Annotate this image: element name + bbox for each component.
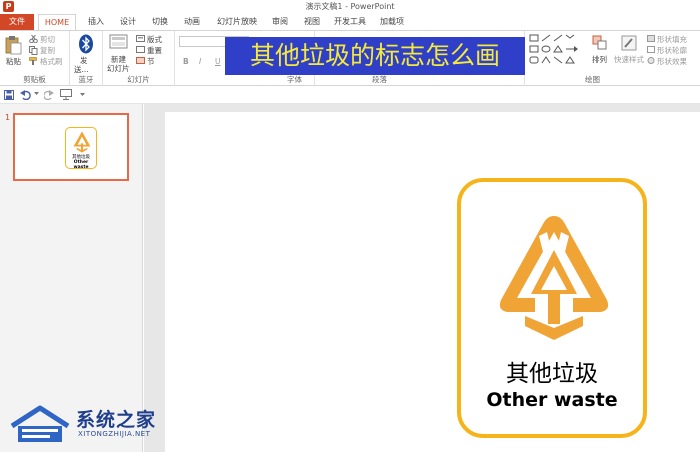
underline-button[interactable]: U [215,57,221,66]
cut-button[interactable]: 剪切 [40,34,55,45]
layout-button[interactable]: 版式 [147,34,162,45]
sign-label-cn: 其他垃圾 [506,361,598,387]
arrange-icon[interactable] [592,35,608,51]
slide-thumbnail[interactable]: 其他垃圾 Other waste [13,113,129,181]
tab-view[interactable]: 视图 [298,14,326,30]
copy-icon [29,46,38,55]
bluetooth-icon[interactable] [78,34,94,54]
slide-number: 1 [5,113,11,122]
undo-dropdown-icon[interactable] [34,92,39,96]
layout-icon [136,35,145,42]
thumbnail-sign: 其他垃圾 Other waste [65,127,97,170]
slides-pane: 1 其他垃圾 Other waste [0,104,143,452]
clipboard-group: 粘贴 剪切 复制 格式刷 剪贴板 [0,31,70,86]
watermark-text-en: XITONGZHIJIA.NET [78,430,151,438]
watermark-text-cn: 系统之家 [76,409,157,431]
clipboard-group-label: 剪贴板 [23,75,46,84]
drawing-group: 排列 快速样式 形状填充 形状轮廓 形状效果 绘图 [525,31,700,86]
bluetooth-group: 发 送... 蓝牙 [70,31,103,86]
new-slide-button-line2: 幻灯片 [107,64,130,73]
tab-home[interactable]: HOME [38,14,76,31]
window-title: 演示文稿1 - PowerPoint [305,2,395,11]
tab-developer[interactable]: 开发工具 [330,14,370,30]
tab-animations[interactable]: 动画 [178,14,206,30]
copy-button[interactable]: 复制 [40,45,55,56]
format-painter-button[interactable]: 格式刷 [40,56,63,67]
paste-icon[interactable] [4,35,22,55]
house-logo-icon [10,405,70,442]
title-bar: P 演示文稿1 - PowerPoint [0,0,700,14]
shape-outline-icon [647,46,655,53]
customize-toolbar-icon[interactable] [80,93,85,97]
undo-icon[interactable] [20,90,32,100]
quick-styles-icon[interactable] [621,35,637,51]
start-slideshow-icon[interactable] [60,89,72,100]
save-icon[interactable] [4,90,14,100]
drawing-group-label: 绘图 [585,75,600,84]
new-slide-icon[interactable] [109,34,129,52]
quick-styles-button[interactable]: 快速样式 [614,54,644,65]
paragraph-group-label: 段落 [372,75,387,84]
bold-button[interactable]: B [183,57,189,66]
section-button[interactable]: 节 [147,56,155,67]
shape-fill-button[interactable]: 形状填充 [657,34,687,45]
italic-button[interactable]: I [199,57,201,66]
shape-effects-button[interactable]: 形状效果 [657,56,687,67]
reset-icon [136,46,145,53]
format-painter-icon [29,57,37,65]
watermark: 系统之家 XITONGZHIJIA.NET [8,402,168,446]
other-waste-sign[interactable]: 其他垃圾 Other waste [457,178,647,438]
slides-group-label: 幻灯片 [127,75,150,84]
tab-design[interactable]: 设计 [114,14,142,30]
other-waste-symbol-icon [499,216,609,340]
shapes-gallery-icon[interactable] [529,34,587,68]
arrange-button[interactable]: 排列 [592,54,607,65]
scissors-icon [29,35,38,43]
section-icon [136,57,145,64]
tab-add-ins[interactable]: 加载项 [374,14,410,30]
thumbnail-sign-en: Other waste [73,160,89,170]
quick-access-toolbar [0,86,700,104]
shape-fill-icon [647,35,655,42]
tab-transitions[interactable]: 切换 [146,14,174,30]
shape-effects-icon [647,57,655,64]
reset-button[interactable]: 重置 [147,45,162,56]
title-banner: 其他垃圾的标志怎么画 [225,37,525,75]
ribbon-tabs: 文件 HOME 插入 设计 切换 动画 幻灯片放映 审阅 视图 开发工具 加载项 [0,14,700,31]
sign-label-en: Other waste [486,389,618,411]
tab-slide-show[interactable]: 幻灯片放映 [212,14,262,30]
paste-button[interactable]: 粘贴 [6,56,21,67]
tab-file[interactable]: 文件 [0,14,34,30]
thumbnail-waste-symbol-icon [73,131,91,153]
redo-icon[interactable] [44,90,54,100]
slides-group: 新建 幻灯片 版式 重置 节 幻灯片 [103,31,175,86]
tab-insert[interactable]: 插入 [82,14,110,30]
tab-review[interactable]: 审阅 [266,14,294,30]
shape-outline-button[interactable]: 形状轮廓 [657,45,687,56]
bluetooth-group-label: 蓝牙 [78,75,94,84]
